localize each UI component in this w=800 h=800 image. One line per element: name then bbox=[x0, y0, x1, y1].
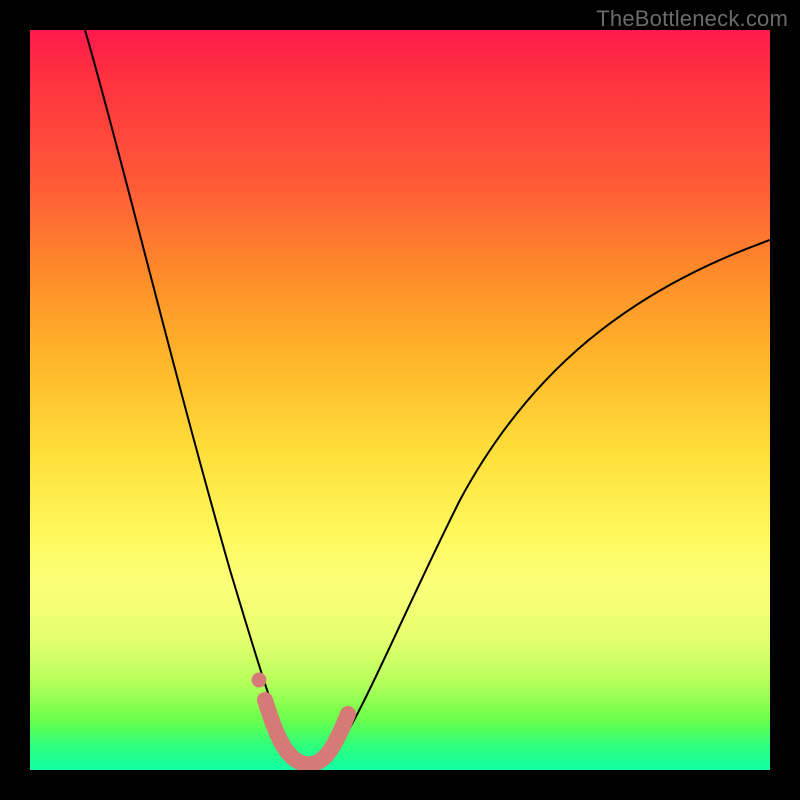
plot-area bbox=[30, 30, 770, 770]
watermark-text: TheBottleneck.com bbox=[596, 6, 788, 32]
chart-frame: TheBottleneck.com bbox=[0, 0, 800, 800]
chart-svg bbox=[30, 30, 770, 770]
bottleneck-curve bbox=[85, 30, 770, 765]
optimal-band-highlight bbox=[265, 700, 348, 764]
optimal-band-dot bbox=[252, 673, 267, 688]
